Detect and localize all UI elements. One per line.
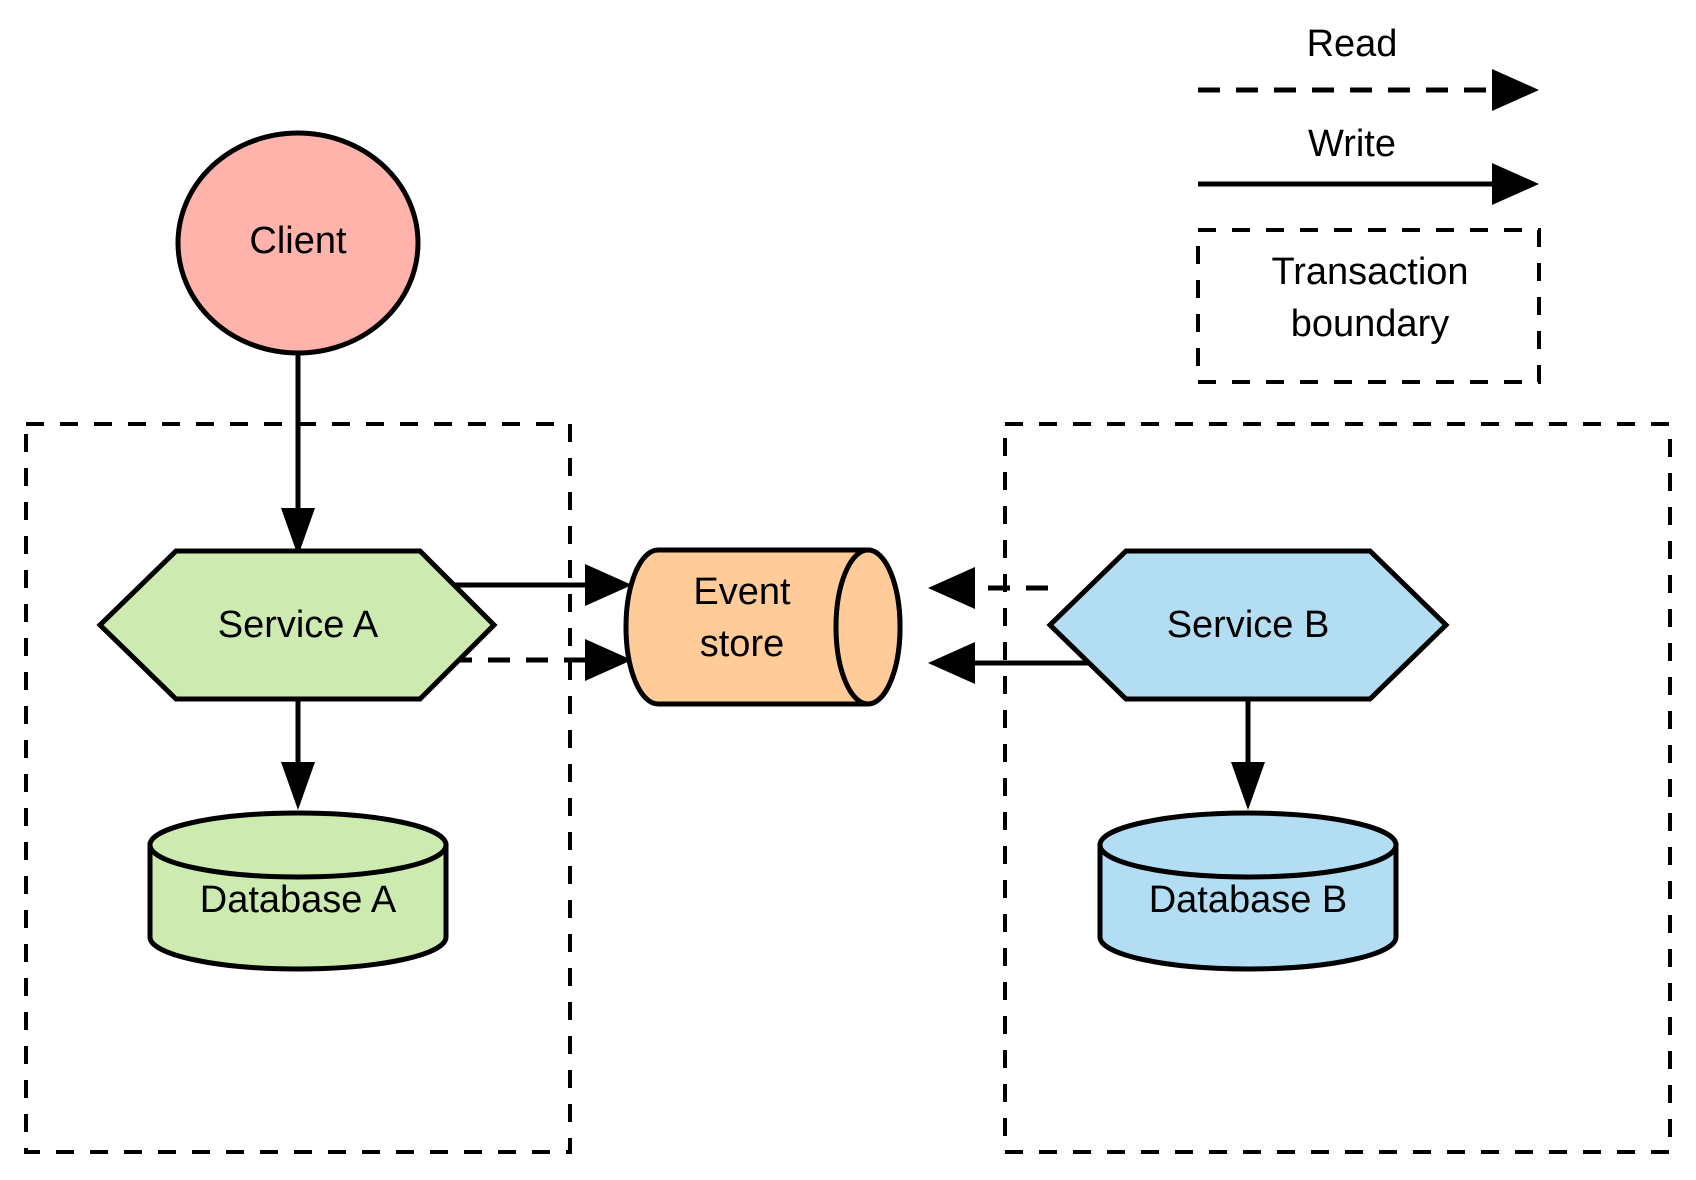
node-event-store-label-line2: store [700,623,784,665]
diagram-canvas: Client Service A Service B Event store D… [0,0,1696,1180]
legend-transaction-boundary-label-line2: boundary [1291,303,1449,345]
legend-transaction-boundary: Transaction boundary [1196,228,1541,384]
node-database-a[interactable]: Database A [147,810,449,972]
edge-service-b-read-event-store [928,567,1048,609]
node-database-b[interactable]: Database B [1097,810,1399,972]
node-database-b-label: Database B [1149,879,1348,921]
node-client-label: Client [249,220,347,262]
node-client[interactable]: Client [175,130,421,356]
legend-write: Write [1198,123,1539,205]
legend-write-label: Write [1308,123,1396,165]
node-service-a-label: Service A [218,604,379,646]
legend-read: Read [1198,23,1539,111]
legend-read-label: Read [1307,23,1398,65]
edge-service-a-read-event-store [450,639,632,681]
edge-service-b-to-database-b [1231,700,1265,810]
edge-service-a-write-event-store [450,564,632,606]
node-database-a-label: Database A [200,879,397,921]
legend-write-arrowhead [1492,163,1539,205]
edge-service-a-to-database-a [281,700,315,810]
node-service-b-label: Service B [1167,604,1330,646]
node-event-store[interactable]: Event store [623,547,903,707]
node-service-a[interactable]: Service A [96,548,498,702]
edge-client-to-service-a [281,352,315,556]
boundary-service-b [1003,422,1672,1154]
legend-transaction-boundary-label-line1: Transaction [1271,251,1468,293]
node-service-b[interactable]: Service B [1046,548,1450,702]
architecture-diagram: Client Service A Service B Event store D… [24,23,1672,1154]
node-event-store-label-line1: Event [693,571,791,613]
legend-read-arrowhead [1492,69,1539,111]
